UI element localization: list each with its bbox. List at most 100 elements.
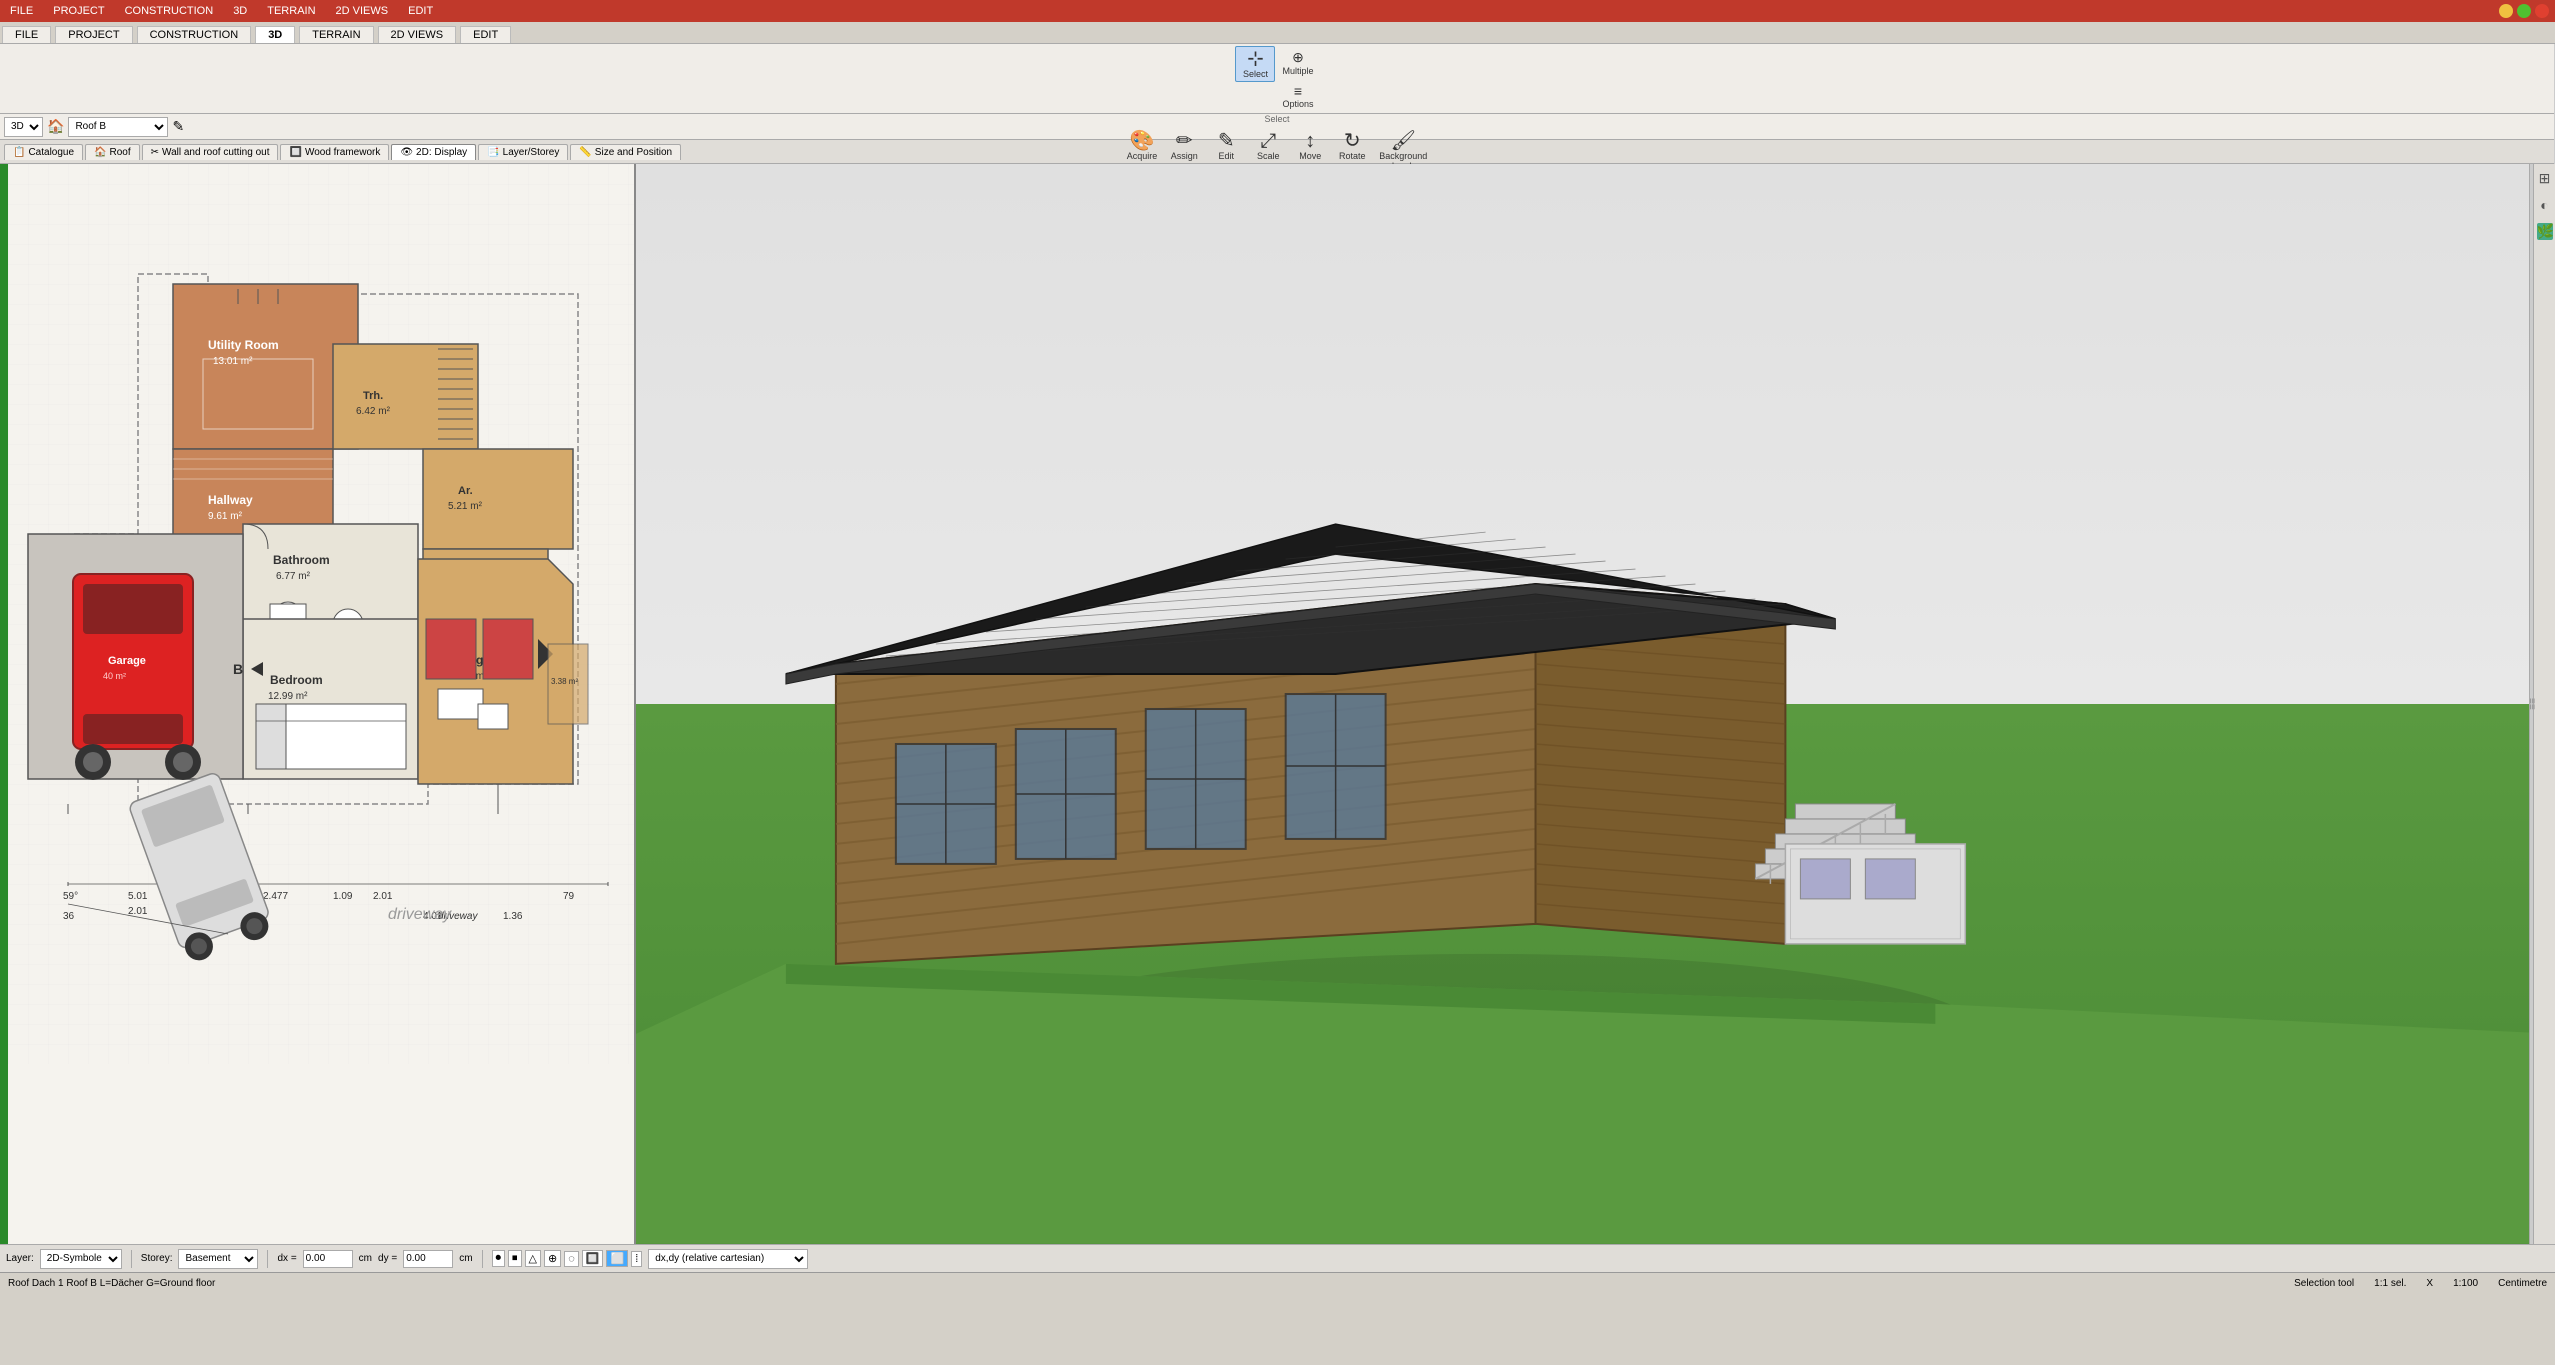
tab-2d-display[interactable]: 👁 2D: Display — [391, 144, 476, 160]
dim-79: 79 — [563, 891, 575, 902]
tab-size-position[interactable]: 📏 Size and Position — [570, 144, 681, 160]
ar-area: 5.21 m² — [448, 501, 483, 512]
tab-layer-storey[interactable]: 📑 Layer/Storey — [478, 144, 568, 160]
layer-icon: 📑 — [487, 147, 499, 158]
scale-icon: ⤢ — [1260, 131, 1276, 151]
small-space-label: 3.38 m² — [551, 677, 578, 686]
tab-terrain[interactable]: TERRAIN — [299, 26, 373, 43]
edit-storey-icon[interactable]: ✎ — [172, 118, 184, 135]
main-content: Utility Room 13.01 m² Hallway 9.61 m² Tr… — [0, 164, 2555, 1244]
tab-3d[interactable]: 3D — [255, 26, 295, 43]
panel-sidebar-icon-3[interactable]: 🌿 — [2537, 223, 2553, 240]
btn-edit-mat[interactable]: ✎ Edit — [1206, 128, 1246, 164]
panel-2d[interactable]: Utility Room 13.01 m² Hallway 9.61 m² Tr… — [0, 164, 636, 1244]
menu-project[interactable]: PROJECT — [43, 3, 114, 19]
status-bar-bottom: Roof Dach 1 Roof B L=Dächer G=Ground flo… — [0, 1272, 2555, 1294]
tab-catalogue[interactable]: 📋 Catalogue — [4, 144, 83, 160]
menu-2dviews[interactable]: 2D VIEWS — [326, 3, 399, 19]
trh-label: Trh. — [363, 390, 383, 402]
tab-project[interactable]: PROJECT — [55, 26, 132, 43]
scale-label: 1:1 sel. — [2374, 1278, 2406, 1289]
btn-options[interactable]: ≡ Options — [1277, 80, 1318, 112]
coord-icon-3[interactable]: △ — [525, 1250, 541, 1267]
menu-file[interactable]: FILE — [0, 3, 43, 19]
bathroom-area: 6.77 m² — [276, 571, 311, 582]
bottom-info: Roof Dach 1 Roof B L=Dächer G=Ground flo… — [8, 1278, 215, 1289]
layer-label: Layer: — [6, 1253, 34, 1264]
edit-mat-icon: ✎ — [1218, 131, 1235, 151]
3d-left-marker: ≡≡ — [2529, 164, 2533, 1244]
dim-2477: 2.477 — [263, 891, 288, 902]
coord-icon-4[interactable]: ⊕ — [544, 1250, 561, 1267]
coord-icon-1[interactable]: ⏺ — [492, 1250, 506, 1267]
menu-bar: FILE PROJECT CONSTRUCTION 3D TERRAIN 2D … — [0, 0, 2555, 22]
multiple-icon: ⊕ — [1292, 49, 1304, 66]
dx-input[interactable] — [303, 1250, 353, 1268]
tab-2dviews[interactable]: 2D VIEWS — [378, 26, 457, 43]
storey-icon: 🏠 — [47, 118, 64, 135]
2d-display-icon: 👁 — [400, 147, 413, 158]
panel-sidebar-icon-1[interactable]: ⊞ — [2539, 170, 2551, 187]
maximize-btn[interactable] — [2517, 4, 2531, 18]
btn-assign[interactable]: ✏ Assign — [1164, 128, 1204, 164]
zoom-label: 1:100 — [2453, 1278, 2478, 1289]
unit-label-dy: cm — [459, 1253, 472, 1264]
ribbon: ⊹ Select ⊕ Multiple ≡ Options Select 🎨 A… — [0, 44, 2555, 114]
tab-construction[interactable]: CONSTRUCTION — [137, 26, 252, 43]
garage-label: Garage — [108, 655, 146, 667]
panel-3d[interactable]: ⊞ ◐ 🌿 ≡≡ — [636, 164, 2555, 1244]
tab-wood-framework[interactable]: 🔲 Wood framework — [280, 144, 389, 160]
btn-rotate[interactable]: ↻ Rotate — [1332, 128, 1372, 164]
rotate-icon: ↻ — [1344, 131, 1361, 151]
btn-scale[interactable]: ⤢ Scale — [1248, 128, 1288, 164]
storey-select-bottom[interactable]: Basement Ground floor — [178, 1249, 258, 1269]
tab-edit[interactable]: EDIT — [460, 26, 511, 43]
utility-room-area: 13.01 m² — [213, 356, 253, 367]
group-select-label: Select — [1264, 112, 1289, 124]
tab-wall-roof-cutting[interactable]: ✂ Wall and roof cutting out — [142, 144, 279, 160]
ribbon-group-select-buttons: ⊹ Select ⊕ Multiple ≡ Options — [1235, 46, 1318, 112]
tab-file[interactable]: FILE — [2, 26, 51, 43]
coord-mode-select[interactable]: dx,dy (relative cartesian) — [648, 1249, 808, 1269]
btn-move[interactable]: ↕ Move — [1290, 128, 1330, 164]
storey-indicator — [0, 164, 8, 1244]
ribbon-group-select: ⊹ Select ⊕ Multiple ≡ Options Select — [0, 44, 2555, 126]
coord-icon-2[interactable]: ⏹ — [508, 1250, 522, 1267]
coord-icon-8[interactable]: ⁞ — [631, 1251, 642, 1267]
floorplan-svg: Utility Room 13.01 m² Hallway 9.61 m² Tr… — [8, 164, 636, 1064]
menu-edit[interactable]: EDIT — [398, 3, 443, 19]
close-btn[interactable] — [2535, 4, 2549, 18]
trh-area: 6.42 m² — [356, 406, 391, 417]
ar-label: Ar. — [458, 485, 473, 497]
tab-roof[interactable]: 🏠 Roof — [85, 144, 140, 160]
move-icon: ↕ — [1305, 131, 1315, 151]
house-3d-svg — [636, 164, 2555, 1244]
dy-input[interactable] — [403, 1250, 453, 1268]
dy-label: dy = — [378, 1253, 397, 1264]
cutting-icon: ✂ — [151, 147, 159, 158]
b-label: B — [233, 661, 243, 677]
coord-icon-7[interactable]: ⬜ — [606, 1250, 628, 1267]
dim-109: 1.09 — [333, 891, 353, 902]
menu-3d[interactable]: 3D — [223, 3, 257, 19]
coord-icon-5[interactable]: ◌ — [564, 1251, 579, 1267]
catalogue-icon: 📋 — [13, 147, 25, 158]
dim-59deg: 59° — [63, 891, 78, 902]
unit-label-dx: cm — [359, 1253, 372, 1264]
btn-select[interactable]: ⊹ Select — [1235, 46, 1275, 82]
btn-acquire[interactable]: 🎨 Acquire — [1122, 128, 1163, 164]
panel-sidebar-icon-2[interactable]: ◐ — [2540, 197, 2548, 213]
menu-construction[interactable]: CONSTRUCTION — [115, 3, 224, 19]
minimize-btn[interactable] — [2499, 4, 2513, 18]
view-mode-select[interactable]: 3D 2D — [4, 117, 43, 137]
bedroom-area: 12.99 m² — [268, 691, 308, 702]
btn-multiple[interactable]: ⊕ Multiple — [1277, 46, 1318, 79]
coord-icon-6[interactable]: 🔲 — [582, 1250, 604, 1267]
utility-room-label: Utility Room — [208, 338, 279, 352]
menu-terrain[interactable]: TERRAIN — [257, 3, 325, 19]
storey-select[interactable]: Roof B Ground floor Basement — [68, 117, 168, 137]
driveway-text: driveway — [388, 906, 452, 923]
status-bar: Layer: 2D-Symbole Storey: Basement Groun… — [0, 1244, 2555, 1272]
x-label: X — [2426, 1278, 2433, 1289]
layer-select[interactable]: 2D-Symbole — [40, 1249, 122, 1269]
